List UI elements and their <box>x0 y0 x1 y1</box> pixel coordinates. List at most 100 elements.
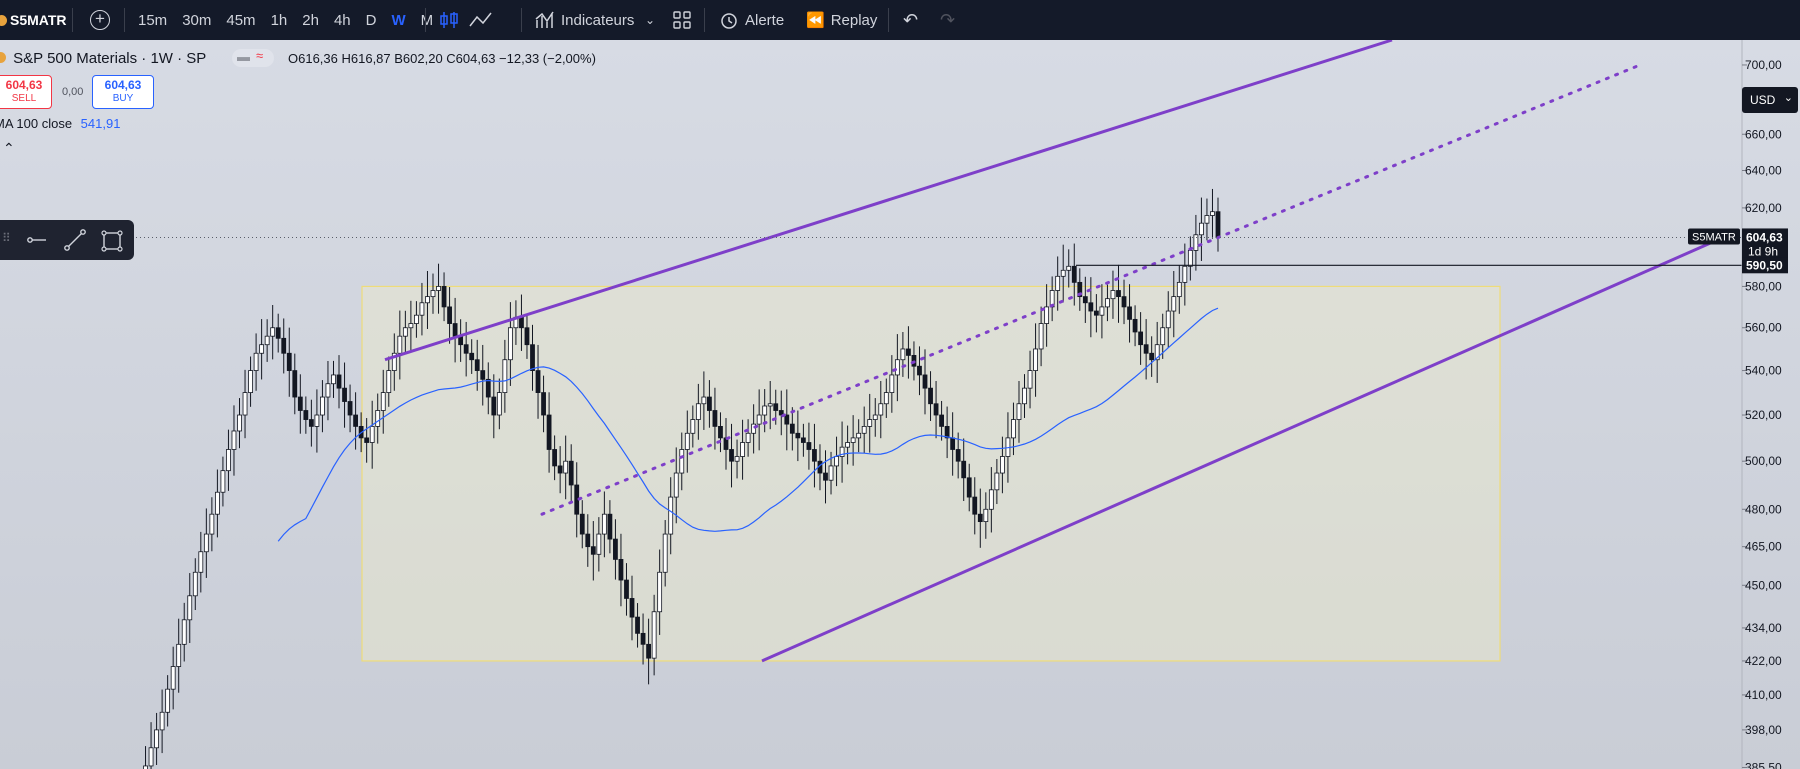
interval-D[interactable]: D <box>366 12 377 29</box>
indicators-button[interactable]: Indicateurs <box>535 0 634 40</box>
buy-button[interactable]: 604,63 BUY <box>92 75 154 109</box>
indicator-legend[interactable]: MA 100 close 541,91 <box>0 116 180 131</box>
price-tick-label: 620,00 <box>1745 201 1782 215</box>
candle-body <box>270 327 276 337</box>
candle-body <box>729 449 734 462</box>
candle-body <box>1121 296 1127 308</box>
candle-body <box>657 571 663 613</box>
candle-body <box>585 533 591 548</box>
buy-price: 604,63 <box>104 78 142 92</box>
trend-line-icon[interactable] <box>63 228 87 252</box>
replay-button[interactable]: ⏪ Replay <box>806 0 877 40</box>
price-tick-label: 422,00 <box>1745 654 1782 668</box>
candle-body <box>922 374 928 389</box>
interval-2h[interactable]: 2h <box>302 12 319 29</box>
candle-body <box>369 425 375 443</box>
candle-body <box>850 437 856 443</box>
candle-body <box>203 533 209 553</box>
candle-body <box>668 496 674 535</box>
candle-body <box>745 432 751 443</box>
candle-body <box>624 579 629 599</box>
alert-button[interactable]: Alerte <box>719 0 784 40</box>
price-chart[interactable]: 700,00680,00660,00640,00620,00580,00560,… <box>0 40 1800 769</box>
collapse-legend-button[interactable]: ⌃ <box>3 140 15 157</box>
candle-body <box>695 403 701 420</box>
candle-body <box>806 442 812 450</box>
interval-15m[interactable]: 15m <box>138 12 167 29</box>
candle-body <box>480 370 486 380</box>
candle-body <box>933 403 939 416</box>
candle-body <box>928 387 933 405</box>
candle-body <box>242 392 248 416</box>
candle-body <box>773 403 779 411</box>
candle-body <box>590 546 596 555</box>
candle-body <box>1143 344 1149 354</box>
drag-handle-icon[interactable]: ⠿ <box>2 231 11 245</box>
chart-area[interactable]: 700,00680,00660,00640,00620,00580,00560,… <box>0 40 1800 769</box>
price-tick-label: 640,00 <box>1745 163 1782 177</box>
alarm-clock-icon <box>721 13 737 29</box>
interval-M[interactable]: M <box>421 12 434 29</box>
line-chart-button[interactable] <box>468 0 496 40</box>
candle-body <box>165 688 171 713</box>
candle-body <box>496 392 502 416</box>
interval-1h[interactable]: 1h <box>271 12 288 29</box>
interval-45m[interactable]: 45m <box>226 12 255 29</box>
candle-body <box>983 508 989 523</box>
undo-button[interactable]: ↶ <box>903 0 918 40</box>
rectangle-tool-icon[interactable] <box>100 229 124 253</box>
candle-body <box>856 432 862 439</box>
price-tick-label: 398,00 <box>1745 723 1782 737</box>
candle-body <box>883 392 889 405</box>
symbol-logo-icon <box>0 52 6 63</box>
redo-button[interactable]: ↷ <box>940 0 955 40</box>
candle-body <box>281 337 287 354</box>
candle-body <box>988 489 994 510</box>
interval-30m[interactable]: 30m <box>182 12 211 29</box>
ma-value: 541,91 <box>80 116 121 131</box>
candle-body <box>380 392 386 411</box>
candle-body <box>955 449 961 462</box>
candle-body <box>917 365 922 376</box>
indicators-dropdown[interactable]: ⌄ <box>645 0 655 40</box>
sell-button[interactable]: 604,63 SELL <box>0 75 52 109</box>
candle-body <box>414 314 419 324</box>
templates-button[interactable] <box>673 0 691 40</box>
chart-type-button[interactable] <box>438 0 460 40</box>
candle-body <box>331 374 336 385</box>
symbol-search[interactable]: S5MATR <box>0 0 67 40</box>
currency-selector[interactable]: USD ⌄ <box>1742 87 1798 113</box>
price-tick-label: 480,00 <box>1745 502 1782 516</box>
price-tick-label: 450,00 <box>1745 578 1782 592</box>
price-tick-label: 540,00 <box>1745 364 1782 378</box>
price-tick-label: 520,00 <box>1745 408 1782 422</box>
candle-body <box>214 491 220 515</box>
candle-body <box>386 370 392 393</box>
candle-body <box>154 729 159 749</box>
candle-body <box>226 449 231 472</box>
horizontal-ray-icon[interactable] <box>26 230 48 250</box>
candle-body <box>646 643 651 659</box>
candle-body <box>1127 306 1132 320</box>
interval-W[interactable]: W <box>391 12 405 29</box>
candle-body <box>834 456 839 467</box>
price-tick-label: 465,00 <box>1745 540 1782 554</box>
candle-body <box>1210 211 1215 216</box>
interval-4h[interactable]: 4h <box>334 12 351 29</box>
candle-body <box>286 352 292 371</box>
candle-body <box>1011 419 1016 439</box>
candle-body <box>906 348 911 356</box>
legend-toggles[interactable]: ▬ ≈ <box>232 48 274 67</box>
candle-body <box>740 442 745 457</box>
candle-body <box>651 611 657 659</box>
candle-body <box>845 442 851 448</box>
candle-body <box>1022 387 1027 405</box>
candle-body <box>1132 318 1138 333</box>
candle-body <box>878 403 884 416</box>
candle-body <box>867 419 873 427</box>
compare-add-button[interactable]: + <box>90 0 110 40</box>
indicators-icon <box>535 11 554 28</box>
candle-body <box>353 414 359 427</box>
candle-body <box>535 370 541 393</box>
candle-body <box>159 711 165 731</box>
